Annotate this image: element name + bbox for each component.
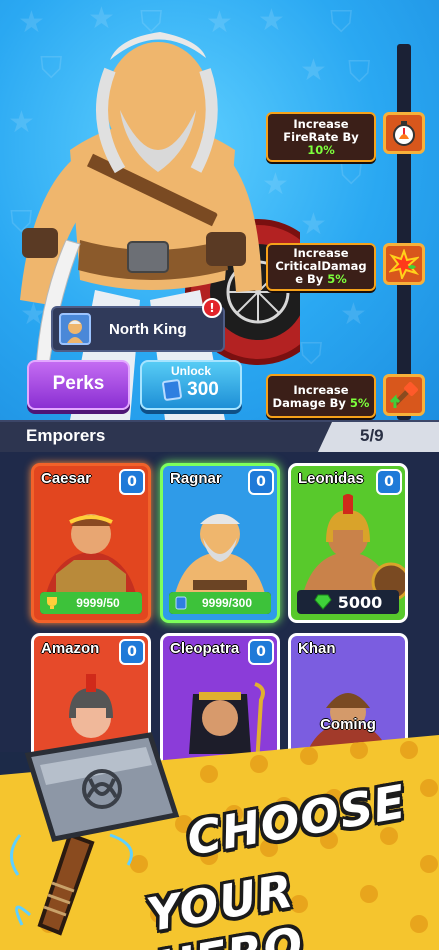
hero-progress-text: 9999/300 (201, 596, 253, 610)
hero-level-badge: 0 (376, 469, 402, 495)
hero-card-name: Leonidas (298, 470, 364, 487)
hero-card-name: Caesar (41, 470, 92, 487)
ragnar-portrait (173, 514, 267, 602)
reward-critical-value: 5% (327, 272, 347, 286)
hero-north-king-figure (20, 32, 300, 420)
hero-progress-bar: 9999/50 (40, 592, 142, 614)
hero-coming-label: Coming (320, 716, 376, 733)
hero-showcase: ★ ★ ⛉ ★ ★ ⛉ ⛉ ★ ⛉ ★ ★ ⛉ ⛉ ★ ★ ★ ⛉ Increas (0, 0, 439, 420)
hero-roster-grid: Caesar 0 9999/50 Ragnar 0 9999/300 Leoni… (0, 452, 439, 793)
thor-hammer-icon (10, 732, 180, 936)
hero-name-plate[interactable]: North King (51, 306, 225, 352)
reward-firerate-value: 10% (307, 143, 335, 157)
hammer-upgrade-icon[interactable] (383, 374, 425, 416)
reward-firerate: Increase FireRate By 10% (266, 112, 376, 162)
caesar-portrait (44, 514, 138, 602)
hero-card-caesar[interactable]: Caesar 0 9999/50 (31, 463, 151, 623)
hero-price-value: 5000 (337, 592, 383, 612)
hero-level-badge: 0 (119, 639, 145, 665)
alert-badge: ! (202, 298, 222, 318)
hero-card-icon (161, 378, 183, 402)
roster-title: Emporers (26, 426, 106, 445)
hero-progress-text: 9999/50 (76, 596, 120, 610)
unlock-button[interactable]: Unlock 300 (140, 360, 242, 410)
reward-critical-line3: e By (295, 272, 324, 286)
reward-critical: Increase CriticalDamag e By 5% (266, 243, 376, 291)
trophy-icon (47, 597, 57, 609)
hero-card-name: Ragnar (170, 470, 222, 487)
unlock-cost: 300 (187, 379, 219, 400)
critical-burst-icon[interactable] (383, 243, 425, 285)
hero-card-icon (175, 596, 187, 610)
reward-damage-line2: Damage By (272, 396, 346, 410)
perks-button[interactable]: Perks (27, 360, 130, 410)
hero-level-badge: 0 (248, 639, 274, 665)
unlock-label: Unlock (170, 364, 211, 378)
gem-icon (314, 594, 332, 610)
hero-level-badge: 0 (119, 469, 145, 495)
reward-damage-value: 5% (349, 396, 370, 410)
reward-damage: Increase Damage By 5% (266, 374, 376, 418)
roster-count: 5/9 (360, 426, 384, 445)
hero-name: North King (109, 320, 187, 338)
leonidas-portrait (301, 494, 405, 602)
hero-card-ragnar[interactable]: Ragnar 0 9999/300 (160, 463, 280, 623)
hero-card-name: Amazon (41, 640, 100, 657)
hero-card-leonidas[interactable]: Leonidas 0 5000 (288, 463, 408, 623)
roster-header: Emporers 5/9 (0, 420, 439, 452)
hero-progress-bar: 9999/300 (169, 592, 271, 614)
stopwatch-icon[interactable] (383, 112, 425, 154)
hero-price: 5000 (297, 590, 399, 614)
hero-level-badge: 0 (248, 469, 274, 495)
hero-avatar (59, 313, 91, 345)
hero-card-name: Khan (298, 640, 336, 657)
hero-card-name: Cleopatra (170, 640, 240, 657)
perks-progress-track (397, 44, 411, 420)
